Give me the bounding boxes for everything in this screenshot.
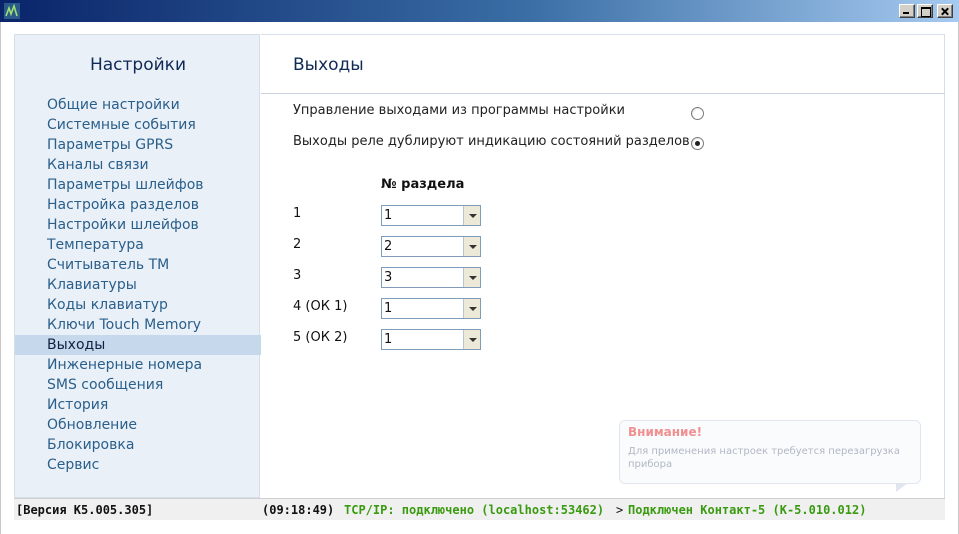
- select-value: 1: [384, 301, 393, 316]
- dropdown-arrow-icon[interactable]: [463, 206, 480, 225]
- sidebar-item-gprs[interactable]: Параметры GPRS: [15, 135, 261, 155]
- connection-status: TCP/IP: подключено (localhost:53462): [344, 503, 605, 517]
- output-row-label: 2: [293, 237, 302, 252]
- notice-text: Для применения настроек требуется переза…: [628, 446, 900, 470]
- version-label: [Версия K5.005.305]: [16, 503, 154, 517]
- sidebar-item-tm-keys[interactable]: Ключи Touch Memory: [15, 315, 261, 335]
- sidebar-item-outputs[interactable]: Выходы: [15, 335, 261, 355]
- manual-control-label: Управление выходами из программы настрой…: [293, 103, 626, 118]
- sidebar-nav: Общие настройки Системные события Параме…: [15, 95, 261, 475]
- sidebar-item-channels[interactable]: Каналы связи: [15, 155, 261, 175]
- maximize-button[interactable]: [917, 4, 933, 18]
- select-value: 2: [384, 239, 393, 254]
- minimize-button[interactable]: [899, 4, 915, 18]
- manual-control-radio[interactable]: [691, 107, 704, 120]
- select-value: 1: [384, 332, 393, 347]
- output-row-label: 1: [293, 206, 302, 221]
- sidebar-item-system-events[interactable]: Системные события: [15, 115, 261, 135]
- dropdown-arrow-icon[interactable]: [463, 268, 480, 287]
- dropdown-arrow-icon[interactable]: [463, 330, 480, 349]
- output-2-section-select[interactable]: 2: [381, 236, 481, 257]
- sidebar-item-lock[interactable]: Блокировка: [15, 435, 261, 455]
- window-controls: [899, 4, 953, 18]
- sidebar-item-keyboard-codes[interactable]: Коды клавиатур: [15, 295, 261, 315]
- sidebar-title: Настройки: [89, 55, 186, 75]
- sidebar-item-keyboards[interactable]: Клавиатуры: [15, 275, 261, 295]
- select-value: 1: [384, 208, 393, 223]
- title-bar: [0, 0, 959, 22]
- status-bar: [Версия K5.005.305] (09:18:49) TCP/IP: п…: [14, 498, 945, 520]
- sidebar-item-temperature[interactable]: Температура: [15, 235, 261, 255]
- output-5-section-select[interactable]: 1: [381, 329, 481, 350]
- sidebar-item-engineer-numbers[interactable]: Инженерные номера: [15, 355, 261, 375]
- sidebar-item-service[interactable]: Сервис: [15, 455, 261, 475]
- select-value: 3: [384, 270, 393, 285]
- sidebar-item-history[interactable]: История: [15, 395, 261, 415]
- section-column-header: № раздела: [381, 177, 465, 192]
- output-row-label: 4 (ОК 1): [293, 299, 348, 314]
- output-1-section-select[interactable]: 1: [381, 205, 481, 226]
- sidebar-item-sections[interactable]: Настройка разделов: [15, 195, 261, 215]
- dropdown-arrow-icon[interactable]: [463, 299, 480, 318]
- dropdown-arrow-icon[interactable]: [463, 237, 480, 256]
- output-4-section-select[interactable]: 1: [381, 298, 481, 319]
- restart-notice: Внимание! Для применения настроек требуе…: [619, 420, 921, 492]
- relay-duplicate-radio[interactable]: [691, 137, 704, 150]
- output-row-label: 5 (ОК 2): [293, 330, 348, 345]
- title-divider: [261, 93, 945, 94]
- sidebar-item-loop-params[interactable]: Параметры шлейфов: [15, 175, 261, 195]
- relay-duplicate-label: Выходы реле дублируют индикацию состояни…: [293, 134, 690, 149]
- sidebar-item-general[interactable]: Общие настройки: [15, 95, 261, 115]
- app-icon: [4, 3, 20, 19]
- output-row-label: 3: [293, 268, 302, 283]
- sidebar-item-loop-settings[interactable]: Настройки шлейфов: [15, 215, 261, 235]
- status-time: (09:18:49): [262, 503, 335, 517]
- device-status: Подключен Контакт-5 (K-5.010.012): [628, 503, 867, 517]
- sidebar-item-sms[interactable]: SMS сообщения: [15, 375, 261, 395]
- page-title: Выходы: [293, 55, 364, 75]
- sidebar-item-update[interactable]: Обновление: [15, 415, 261, 435]
- notice-title: Внимание!: [628, 425, 703, 439]
- notice-tail: [896, 483, 908, 492]
- status-arrow: >: [616, 503, 624, 517]
- sidebar: Настройки Общие настройки Системные собы…: [14, 34, 261, 498]
- close-button[interactable]: [937, 4, 953, 18]
- sidebar-item-tm-reader[interactable]: Считыватель ТМ: [15, 255, 261, 275]
- output-3-section-select[interactable]: 3: [381, 267, 481, 288]
